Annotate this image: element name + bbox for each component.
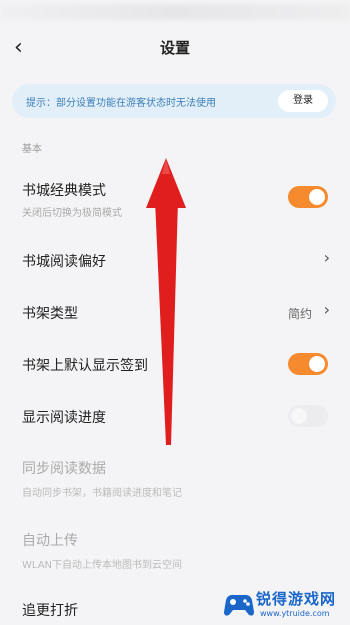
setting-label: 自动上传: [22, 533, 78, 549]
shelf-type-value: 简约: [287, 307, 312, 321]
setting-description: WLAN下自动上传本地图书到云空间: [22, 560, 183, 571]
setting-description: 自动同步书架，书籍阅读进度和笔记: [22, 488, 182, 499]
setting-label: 追更打折: [22, 603, 78, 619]
setting-show-progress[interactable]: 显示阅读进度: [0, 396, 350, 436]
setting-show-checkin[interactable]: 书架上默认显示签到: [0, 344, 350, 384]
nav-bar: ‹ 设置: [0, 26, 350, 70]
setting-classic-mode[interactable]: 书城经典模式 关闭后切换为极简模式: [0, 172, 350, 224]
watermark-url: www.ytruide.com: [260, 609, 330, 618]
setting-label: 书城经典模式: [22, 183, 106, 199]
page-title: 设置: [159, 39, 190, 57]
chevron-right-icon: ›: [323, 248, 330, 267]
setting-reading-preference[interactable]: 书城阅读偏好 ›: [0, 240, 350, 280]
tip-text: 提示：部分设置功能在游客状态时无法使用: [26, 98, 216, 109]
setting-auto-upload: 自动上传 WLAN下自动上传本地图书到云空间: [0, 524, 350, 574]
show-checkin-toggle[interactable]: [288, 353, 328, 375]
watermark-brand: 锐得游戏网: [256, 590, 337, 608]
setting-label: 书架上默认显示签到: [22, 358, 148, 374]
setting-shelf-type[interactable]: 书架类型 简约 ›: [0, 292, 350, 332]
setting-label: 书架类型: [22, 306, 78, 322]
chevron-right-icon: ›: [323, 300, 330, 319]
status-bar: [0, 0, 350, 26]
gamepad-icon: [224, 594, 254, 616]
classic-mode-toggle[interactable]: [288, 186, 328, 208]
guest-tip-banner: 提示：部分设置功能在游客状态时无法使用 登录: [12, 84, 336, 118]
section-header-basic: 基本: [22, 144, 42, 155]
login-button[interactable]: 登录: [278, 90, 328, 112]
setting-label: 书城阅读偏好: [22, 254, 106, 270]
setting-sync-data: 同步阅读数据 自动同步书架，书籍阅读进度和笔记: [0, 452, 350, 502]
setting-label: 同步阅读数据: [22, 461, 106, 477]
setting-label: 显示阅读进度: [22, 410, 106, 426]
watermark-logo: 锐得游戏网 www.ytruide.com: [222, 584, 350, 625]
show-progress-toggle[interactable]: [288, 405, 328, 427]
setting-description: 关闭后切换为极简模式: [22, 208, 122, 219]
